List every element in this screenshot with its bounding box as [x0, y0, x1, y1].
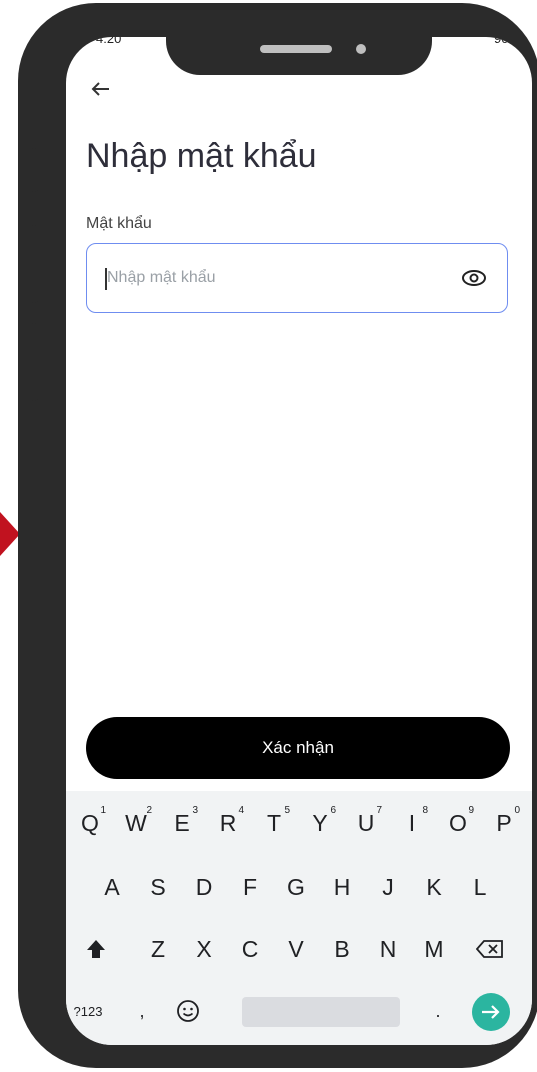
key-hint: 5 — [284, 805, 290, 816]
volume-down-button — [30, 323, 38, 401]
key-label: I — [408, 809, 416, 836]
keyboard-row-3: Z X C V B NM — [66, 925, 532, 973]
phone-frame: 4:20 90% Nhập mật khẩu Mật khẩu Xác nhận… — [18, 3, 537, 1068]
key-label: Q — [81, 809, 99, 836]
password-field[interactable] — [86, 243, 508, 313]
keyboard: Q1W2E3R4T5Y6U7I8O9P0 ASDFGHJKL ZXCVBNM ?… — [66, 791, 532, 1045]
back-button[interactable] — [90, 75, 110, 101]
key-y[interactable]: Y6 — [300, 799, 340, 847]
eye-icon[interactable] — [461, 267, 487, 289]
key-label: N — [379, 935, 397, 962]
key-label: A — [104, 873, 120, 900]
key-label: S — [150, 873, 166, 900]
key-h[interactable]: H — [322, 863, 362, 911]
key-m[interactable]: M — [414, 925, 454, 973]
key-label: R — [219, 809, 237, 836]
arrow-right-icon — [482, 1005, 500, 1019]
key-label: T — [266, 809, 282, 836]
speaker — [260, 45, 332, 53]
enter-key[interactable] — [472, 993, 510, 1031]
key-label: L — [473, 873, 487, 900]
key-j[interactable]: J — [368, 863, 408, 911]
key-l[interactable]: L — [460, 863, 500, 911]
emoji-key[interactable] — [168, 987, 208, 1035]
arrow-left-icon — [91, 82, 109, 96]
key-p[interactable]: P0 — [484, 799, 524, 847]
period-key[interactable]: . — [418, 987, 458, 1035]
side-button — [30, 148, 38, 192]
key-a[interactable]: A — [92, 863, 132, 911]
key-label: V — [288, 935, 304, 962]
key-label: U — [357, 809, 375, 836]
key-z[interactable]: Z — [138, 925, 178, 973]
key-hint: 4 — [238, 805, 244, 816]
key-o[interactable]: O9 — [438, 799, 478, 847]
key-hint: 9 — [468, 805, 474, 816]
key-label: G — [287, 873, 305, 900]
key-i[interactable]: I8 — [392, 799, 432, 847]
key-label: H — [333, 873, 351, 900]
password-label: Mật khẩu — [86, 215, 152, 232]
volume-up-button — [30, 225, 38, 303]
key-label: D — [195, 873, 213, 900]
key-v[interactable]: V — [276, 925, 316, 973]
shift-icon — [87, 940, 105, 958]
key-t[interactable]: T5 — [254, 799, 294, 847]
key-label: E — [174, 809, 190, 836]
key-label: Z — [150, 935, 166, 962]
key-s[interactable]: S — [138, 863, 178, 911]
status-time: 4:20 — [96, 37, 122, 46]
key-x[interactable]: X — [184, 925, 224, 973]
key-u[interactable]: U7 — [346, 799, 386, 847]
key-f[interactable]: F — [230, 863, 270, 911]
key-label: J — [382, 873, 394, 900]
key-hint: 0 — [514, 805, 520, 816]
key-n[interactable]: N — [368, 925, 408, 973]
keyboard-row-1: Q1W2E3R4T5Y6U7I8O9P0 — [66, 799, 532, 847]
key-d[interactable]: D — [184, 863, 224, 911]
key-label: W — [125, 809, 147, 836]
shift-key[interactable] — [76, 925, 116, 973]
key-label: K — [426, 873, 442, 900]
key-hint: 2 — [146, 805, 152, 816]
key-c[interactable]: C — [230, 925, 270, 973]
key-g[interactable]: G — [276, 863, 316, 911]
page-title: Nhập mật khẩu — [86, 137, 317, 175]
key-label: B — [334, 935, 350, 962]
key-label: O — [449, 809, 467, 836]
comma-key[interactable]: , — [122, 987, 162, 1035]
confirm-button[interactable]: Xác nhận — [86, 717, 510, 779]
key-label: C — [241, 935, 259, 962]
password-input[interactable] — [107, 244, 447, 312]
camera — [356, 44, 366, 54]
key-w[interactable]: W2 — [116, 799, 156, 847]
key-e[interactable]: E3 — [162, 799, 202, 847]
key-hint: 7 — [376, 805, 382, 816]
keyboard-row-4: ?123 , . — [66, 987, 532, 1035]
battery-status: 90% — [493, 37, 520, 46]
key-b[interactable]: B — [322, 925, 362, 973]
key-k[interactable]: K — [414, 863, 454, 911]
backspace-key[interactable] — [470, 925, 510, 973]
key-hint: 6 — [330, 805, 336, 816]
emoji-icon — [177, 1000, 199, 1022]
key-label: F — [242, 873, 258, 900]
pointer-arrow-icon — [0, 512, 20, 556]
key-r[interactable]: R4 — [208, 799, 248, 847]
key-hint: 8 — [422, 805, 428, 816]
keyboard-row-2: ASDFGHJKL — [66, 863, 532, 911]
key-label: Y — [312, 809, 328, 836]
key-hint: 3 — [192, 805, 198, 816]
key-label: P — [496, 809, 512, 836]
screen: 4:20 90% Nhập mật khẩu Mật khẩu Xác nhận… — [66, 37, 532, 1045]
backspace-icon — [476, 940, 503, 958]
key-label: X — [196, 935, 212, 962]
key-hint: 1 — [100, 805, 106, 816]
symbols-key[interactable]: ?123 — [68, 987, 108, 1035]
key-label: M — [424, 935, 444, 962]
space-bar[interactable] — [242, 997, 400, 1027]
key-q[interactable]: Q1 — [70, 799, 110, 847]
notch — [166, 37, 432, 75]
